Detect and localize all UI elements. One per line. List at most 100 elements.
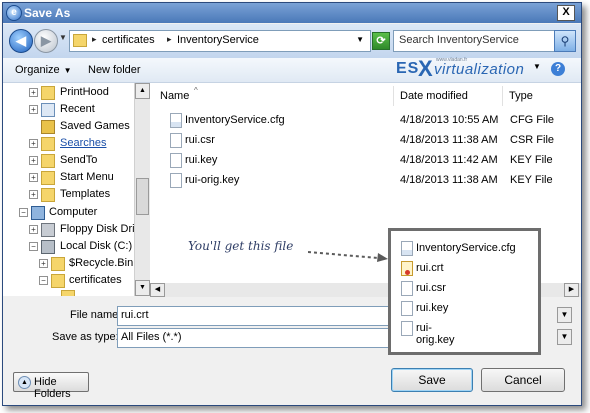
scroll-thumb[interactable] — [136, 178, 149, 215]
recent-pages-dropdown[interactable]: ▼ — [59, 33, 67, 42]
column-header-name[interactable]: Name ^ — [154, 86, 394, 106]
expand-icon[interactable]: + — [29, 156, 38, 165]
folder-icon — [61, 290, 75, 296]
scroll-down-icon[interactable]: ▼ — [135, 280, 150, 296]
logo-es: ES — [396, 60, 420, 77]
save-as-type-select[interactable]: All Files (*.*) — [117, 328, 389, 348]
column-name-label: Name — [160, 90, 190, 102]
file-date: 4/18/2013 11:38 AM — [400, 134, 498, 146]
file-name: InventoryService.cfg — [185, 114, 285, 126]
callout-item-label: rui.csr — [416, 282, 446, 294]
result-callout: InventoryService.cfg rui.crt rui.csr rui… — [388, 228, 541, 355]
chevron-up-icon: ▲ — [18, 376, 31, 389]
cfg-file-icon — [170, 113, 182, 128]
floppy-drive-icon — [41, 223, 55, 237]
address-bar[interactable]: ▸ certificates ▸ InventoryService ▼ — [69, 30, 371, 52]
recent-icon — [41, 103, 55, 117]
search-icon[interactable]: ⚲ — [554, 30, 576, 52]
save-as-dialog: e Save As X ◀ ▶ ▼ ▸ certificates ▸ Inven… — [2, 2, 582, 406]
file-name-input[interactable]: rui.crt — [117, 306, 389, 326]
breadcrumb-certificates[interactable]: certificates — [102, 34, 155, 46]
file-date: 4/18/2013 10:55 AM — [400, 114, 499, 126]
cancel-button[interactable]: Cancel — [481, 368, 565, 392]
file-icon — [170, 173, 182, 188]
tree-item-label: Start Menu — [60, 171, 114, 183]
annotation-text: You'll get this file — [188, 239, 294, 253]
scroll-up-icon[interactable]: ▲ — [135, 83, 150, 99]
computer-icon — [31, 206, 45, 220]
expand-icon[interactable]: + — [29, 88, 38, 97]
file-date: 4/18/2013 11:42 AM — [400, 154, 498, 166]
file-icon — [401, 321, 413, 336]
chevron-down-icon: ▼ — [63, 66, 72, 75]
file-row[interactable]: InventoryService.cfg 4/18/2013 10:55 AM … — [150, 112, 581, 131]
view-options-dropdown[interactable]: ▼ — [533, 62, 541, 71]
back-button[interactable]: ◀ — [9, 29, 33, 53]
address-dropdown-icon[interactable]: ▼ — [356, 35, 364, 44]
tree-item-label: Templates — [60, 188, 111, 200]
folder-icon — [51, 257, 65, 271]
expand-icon[interactable]: + — [29, 173, 38, 182]
tree-item-label: Recent — [60, 103, 95, 115]
hard-drive-icon — [41, 240, 55, 254]
file-row[interactable]: rui-orig.key 4/18/2013 11:38 AM KEY File — [150, 172, 581, 191]
folder-icon — [41, 154, 55, 168]
callout-item-label: rui.key — [416, 302, 449, 314]
breadcrumb-separator-icon[interactable]: ▸ — [92, 34, 97, 45]
scroll-left-icon[interactable]: ◀ — [150, 283, 165, 297]
save-as-type-label: Save as type: — [52, 331, 119, 343]
title-bar: e Save As X — [3, 3, 581, 23]
expand-icon[interactable]: + — [29, 105, 38, 114]
file-row[interactable]: rui.csr 4/18/2013 11:38 AM CSR File — [150, 132, 581, 151]
file-row[interactable]: rui.key 4/18/2013 11:42 AM KEY File — [150, 152, 581, 171]
file-icon — [401, 301, 413, 316]
logo-text: virtualization — [434, 61, 525, 78]
save-as-type-value: All Files (*.*) — [121, 331, 182, 343]
search-folder-icon — [41, 137, 55, 151]
esxvirtualization-logo: ES X www.vladan.fr virtualization — [396, 56, 546, 82]
file-type: CSR File — [510, 134, 555, 146]
file-name-dropdown-icon[interactable]: ▼ — [557, 307, 572, 323]
column-header-date[interactable]: Date modified — [394, 86, 503, 106]
breadcrumb-separator-icon[interactable]: ▸ — [167, 34, 172, 45]
tree-item-label: Local Disk (C:) — [60, 240, 133, 252]
collapse-icon[interactable]: − — [29, 242, 38, 251]
callout-item-label: rui.crt — [416, 262, 444, 274]
organize-button[interactable]: Organize ▼ — [15, 64, 72, 76]
column-header-type[interactable]: Type — [503, 86, 579, 106]
new-folder-button[interactable]: New folder — [88, 64, 141, 76]
folder-icon — [41, 188, 55, 202]
logo-x: X — [418, 56, 433, 81]
collapse-icon[interactable]: − — [19, 208, 28, 217]
navigation-bar: ◀ ▶ ▼ ▸ certificates ▸ InventoryService … — [3, 24, 581, 58]
tree-item-label: Floppy Disk Drive — [60, 223, 138, 235]
file-name: rui-orig.key — [185, 174, 240, 186]
folder-icon — [41, 171, 55, 185]
sort-ascending-icon: ^ — [194, 86, 198, 95]
hide-folders-button[interactable]: ▲ Hide Folders — [13, 372, 89, 400]
save-button[interactable]: Save — [391, 368, 473, 392]
saved-games-icon — [41, 120, 55, 134]
tree-item-label: PrintHood — [60, 86, 109, 98]
help-button[interactable]: ? — [551, 62, 565, 76]
breadcrumb-inventoryservice[interactable]: InventoryService — [177, 34, 259, 46]
tree-vertical-scrollbar[interactable]: ▲ ▼ — [134, 83, 150, 296]
forward-button[interactable]: ▶ — [34, 29, 58, 53]
folder-icon — [51, 274, 65, 288]
search-input[interactable]: Search InventoryService — [393, 30, 558, 52]
close-button[interactable]: X — [557, 5, 575, 21]
file-name: rui.key — [185, 154, 218, 166]
expand-icon[interactable]: + — [29, 139, 38, 148]
save-as-type-dropdown-icon[interactable]: ▼ — [557, 329, 572, 345]
scroll-right-icon[interactable]: ▶ — [564, 283, 579, 297]
file-date: 4/18/2013 11:38 AM — [400, 174, 498, 186]
file-name-value: rui.crt — [121, 309, 149, 321]
tree-item-label: Searches — [60, 137, 107, 149]
expand-icon[interactable]: + — [29, 190, 38, 199]
refresh-button[interactable]: ⟳ — [372, 32, 390, 50]
collapse-icon[interactable]: − — [39, 276, 48, 285]
folder-icon — [41, 86, 55, 100]
expand-icon[interactable]: + — [29, 225, 38, 234]
file-type: KEY File — [510, 174, 553, 186]
expand-icon[interactable]: + — [39, 259, 48, 268]
